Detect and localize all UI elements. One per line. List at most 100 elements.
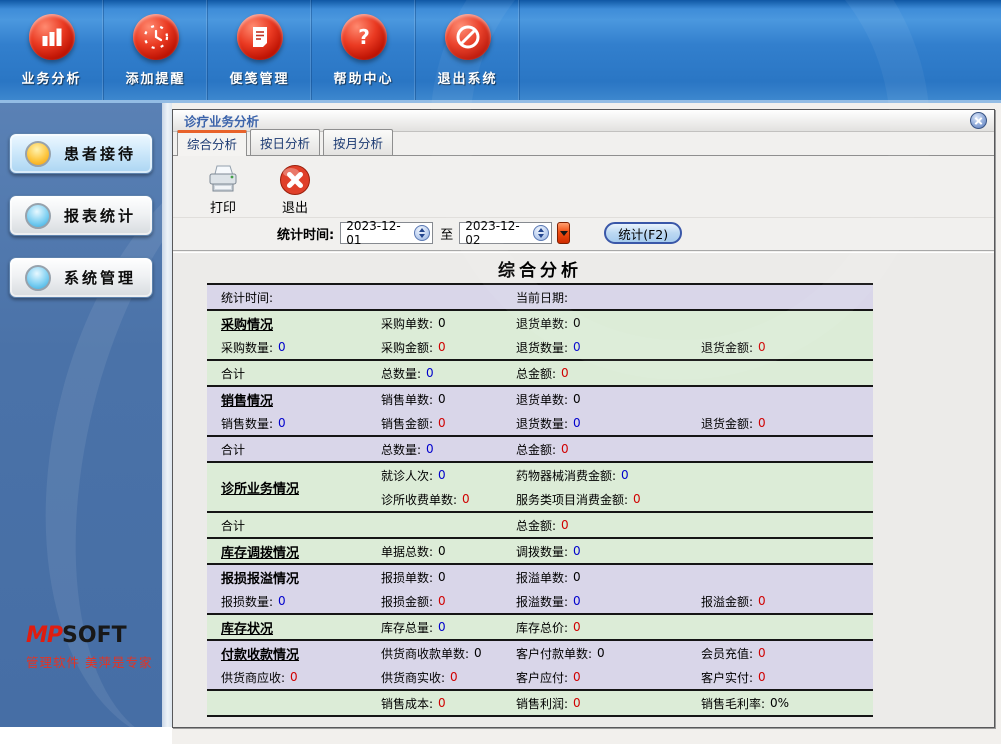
spin-up-arrow[interactable] xyxy=(538,228,544,232)
field-label: 付款收款情况 xyxy=(221,644,299,663)
orb-icon xyxy=(25,203,51,229)
field-value: 0 xyxy=(438,544,446,558)
field-value: 0 xyxy=(573,696,581,710)
question-icon: ? xyxy=(341,14,387,60)
report-table: 统计时间:当前日期:采购情况采购单数:0退货单数:0采购数量:0采购金额:0退货… xyxy=(207,283,873,717)
date-to-spinner-icon[interactable] xyxy=(533,225,549,241)
clock-icon xyxy=(133,14,179,60)
action-label: 打印 xyxy=(210,197,236,216)
calendar-dropdown-button[interactable] xyxy=(557,222,570,244)
field-label: 合计 xyxy=(221,517,245,534)
report-cell: 客户应付:0 xyxy=(516,669,701,686)
report-row-group: 统计时间:当前日期: xyxy=(207,285,873,311)
sidebar-item-label: 报表统计 xyxy=(64,205,136,226)
dropdown-arrow-icon xyxy=(560,231,568,236)
report-cell: 库存状况 xyxy=(221,618,381,637)
report-cell: 合计 xyxy=(221,517,381,534)
field-value: 0 xyxy=(621,468,629,482)
field-label: 采购情况 xyxy=(221,314,273,333)
tab-monthly[interactable]: 按月分析 xyxy=(323,129,393,155)
field-label: 销售利润: xyxy=(516,695,568,712)
field-label: 采购单数: xyxy=(381,315,433,332)
toolbar-button-exit-system[interactable]: 退出系统 xyxy=(416,0,520,100)
report-row-group: 库存状况库存总量:0库存总价:0 xyxy=(207,615,873,641)
tab-overall[interactable]: 综合分析 xyxy=(177,130,247,156)
field-value: 0 xyxy=(573,544,581,558)
field-label: 销售数量: xyxy=(221,415,273,432)
field-label: 库存总价: xyxy=(516,619,568,636)
field-label: 退货金额: xyxy=(701,339,753,356)
field-value: 0 xyxy=(758,670,766,684)
spin-down-arrow[interactable] xyxy=(419,234,425,238)
tab-daily[interactable]: 按日分析 xyxy=(250,129,320,155)
field-label: 销售成本: xyxy=(381,695,433,712)
toolbar-button-note-management[interactable]: 便笺管理 xyxy=(208,0,312,100)
window-title: 诊疗业务分析 xyxy=(184,111,970,130)
field-label: 报损金额: xyxy=(381,593,433,610)
report-cell: 总金额:0 xyxy=(516,517,701,534)
report-row-group: 销售情况销售单数:0退货单数:0销售数量:0销售金额:0退货数量:0退货金额:0 xyxy=(207,387,873,437)
report-cell: 退货数量:0 xyxy=(516,339,701,356)
field-label: 销售情况 xyxy=(221,390,273,409)
close-icon[interactable] xyxy=(970,112,987,129)
report-cell: 采购金额:0 xyxy=(381,339,516,356)
report-cell: 退货金额: 0 xyxy=(701,339,873,356)
report-cell: 采购数量:0 xyxy=(221,339,381,356)
field-value: 0 xyxy=(758,340,766,354)
field-label: 库存调拨情况 xyxy=(221,542,299,561)
action-print-button[interactable]: 打印 xyxy=(201,162,245,216)
toolbar-button-help-center[interactable]: ?帮助中心 xyxy=(312,0,416,100)
stat-button[interactable]: 统计(F2) xyxy=(604,222,682,244)
field-label: 供货商应收: xyxy=(221,669,285,686)
field-value: 0 xyxy=(561,366,569,380)
sidebar-item-report-statistics[interactable]: 报表统计 xyxy=(9,195,153,236)
field-label: 报溢数量: xyxy=(516,593,568,610)
report-cell: 总数量:0 xyxy=(381,441,516,458)
field-label: 合计 xyxy=(221,441,245,458)
field-value: 0 xyxy=(573,416,581,430)
logo-tagline: 管理软件 美萍是专家 xyxy=(26,652,152,671)
toolbar-button-business-analysis[interactable]: 业务分析 xyxy=(0,0,104,100)
field-value: 0 xyxy=(426,366,434,380)
report-cell: 报损金额: 0 xyxy=(381,593,516,610)
sidebar-item-system-management[interactable]: 系统管理 xyxy=(9,257,153,298)
report-cell: 合计 xyxy=(221,365,381,382)
field-label: 报损数量: xyxy=(221,593,273,610)
report-row-group: 付款收款情况供货商收款单数:0客户付款单数:0会员充值:0供货商应收:0供货商实… xyxy=(207,641,873,691)
bar-chart-icon xyxy=(29,14,75,60)
field-label: 退货单数: xyxy=(516,315,568,332)
to-label: 至 xyxy=(440,224,453,243)
field-value: 0 xyxy=(278,416,286,430)
date-from-input[interactable]: 2023-12-01 xyxy=(340,222,433,244)
toolbar-button-add-reminder[interactable]: 添加提醒 xyxy=(104,0,208,100)
report-cell: 单据总数:0 xyxy=(381,543,516,560)
toolbar-button-label: 添加提醒 xyxy=(125,68,185,87)
field-label: 退货单数: xyxy=(516,391,568,408)
main-area: 患者接待报表统计系统管理 MPSOFT 管理软件 美萍是专家 诊疗业务分析 综合… xyxy=(0,103,1001,744)
spin-up-arrow[interactable] xyxy=(419,228,425,232)
field-value: 0 xyxy=(438,416,446,430)
field-label: 总数量: xyxy=(381,365,421,382)
report-row-group: 报损报溢情况报损单数:0报溢单数:0报损数量:0报损金额:0报溢数量:0报溢金额… xyxy=(207,565,873,615)
field-value: 0 xyxy=(758,594,766,608)
field-label: 总金额: xyxy=(516,517,556,534)
field-label: 总数量: xyxy=(381,441,421,458)
field-label: 客户应付: xyxy=(516,669,568,686)
report-cell: 库存总量:0 xyxy=(381,619,516,636)
report-cell: 报损单数:0 xyxy=(381,569,516,586)
date-to-input[interactable]: 2023-12-02 xyxy=(459,222,552,244)
date-from-spinner-icon[interactable] xyxy=(414,225,430,241)
field-value: 0 xyxy=(438,570,446,584)
field-value: 0 xyxy=(438,594,446,608)
sidebar-item-label: 患者接待 xyxy=(64,143,136,164)
field-label: 采购金额: xyxy=(381,339,433,356)
field-value: 0 xyxy=(597,646,605,660)
sidebar-item-patient-reception[interactable]: 患者接待 xyxy=(9,133,153,174)
field-label: 调拨数量: xyxy=(516,543,568,560)
action-exit-button[interactable]: 退出 xyxy=(273,162,317,216)
logo-soft: SOFT xyxy=(62,623,127,648)
spin-down-arrow[interactable] xyxy=(538,234,544,238)
toolbar-button-label: 业务分析 xyxy=(21,68,81,87)
field-label: 当前日期: xyxy=(516,289,568,306)
report-cell: 合计 xyxy=(221,441,381,458)
